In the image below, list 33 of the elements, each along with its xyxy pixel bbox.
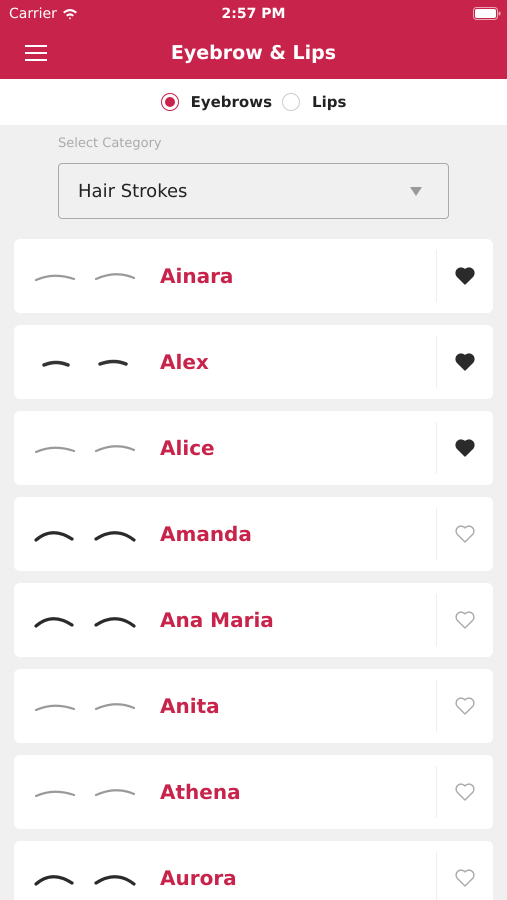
screen-title: Eyebrow & Lips — [170, 42, 336, 64]
status-time: 2:57 PM — [222, 6, 286, 22]
style-name: Aurora — [160, 866, 238, 890]
list-item-card[interactable]: Athena — [14, 755, 493, 829]
list-item-card[interactable]: Alice — [14, 411, 493, 485]
carrier-name: Carrier — [9, 6, 57, 22]
field-label: Select Category — [58, 136, 163, 151]
list-item-card[interactable]: Aurora — [14, 841, 493, 900]
style-name: Anita — [160, 694, 221, 718]
menu-icon[interactable] — [25, 45, 47, 61]
heart-icon[interactable] — [455, 353, 475, 371]
heart-icon[interactable] — [455, 439, 475, 457]
wifi-icon — [62, 8, 78, 20]
style-name: Athena — [160, 780, 242, 804]
radio-label: Lips — [312, 93, 346, 111]
style-name: Ainara — [160, 264, 234, 288]
list-item-card[interactable]: Ainara — [14, 239, 493, 313]
caret-icon — [410, 186, 422, 196]
style-name: Ana Maria — [160, 608, 275, 632]
style-name: Alice — [160, 436, 216, 460]
heart-icon[interactable] — [455, 267, 475, 285]
list-item-card[interactable]: Anita — [14, 669, 493, 743]
radio-option[interactable]: Eyebrows — [160, 93, 272, 111]
list-item-card[interactable]: Amanda — [14, 497, 493, 571]
style-name: Alex — [160, 350, 210, 374]
list-item-card[interactable]: Ana Maria — [14, 583, 493, 657]
radio-label: Eyebrows — [190, 93, 272, 111]
style-name: Amanda — [160, 522, 253, 546]
radio-button[interactable] — [160, 93, 179, 111]
category-dropdown[interactable]: Hair Strokes — [58, 163, 449, 219]
radio-option[interactable]: Lips — [282, 93, 346, 111]
list-item-card[interactable]: Alex — [14, 325, 493, 399]
battery-icon — [473, 7, 501, 20]
